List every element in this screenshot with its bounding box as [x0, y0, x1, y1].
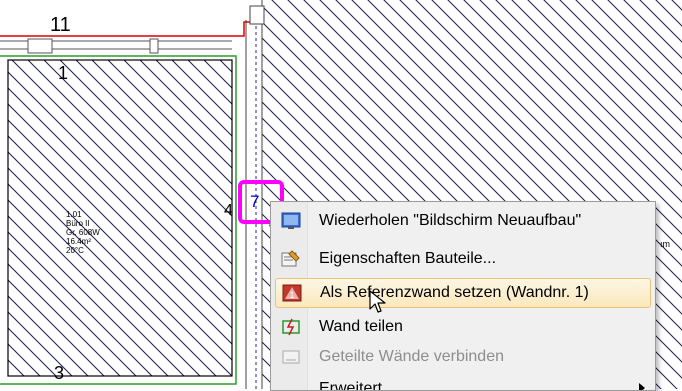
menu-item-set-reference-wall[interactable]: 1 Als Referenzwand setzen (Wandnr. 1) — [275, 278, 651, 308]
room-name: Büro II — [66, 219, 90, 228]
menu-item-label: Wiederholen "Bildschirm Neuaufbau" — [319, 212, 582, 229]
selected-wall-number[interactable]: 7 — [250, 193, 259, 210]
menu-item-join-walls: Geteilte Wände verbinden — [275, 342, 651, 372]
refresh-screen-icon — [279, 210, 303, 232]
wall-label-bottom: 3 — [54, 363, 65, 383]
menu-item-label: Wand teilen — [319, 318, 403, 335]
wall-line-red — [0, 21, 256, 37]
room-area: 16.4m² — [66, 237, 91, 246]
wall-label-left: 4 — [224, 202, 233, 219]
mouse-cursor-icon — [369, 290, 386, 313]
split-wall-icon — [279, 316, 303, 338]
menu-item-split-wall[interactable]: Wand teilen — [275, 312, 651, 342]
wall-label-top: 11 — [50, 14, 71, 36]
room-heat: Gr. 608W — [66, 228, 100, 237]
room-temperature: 20°C — [66, 246, 84, 255]
context-menu: Wiederholen "Bildschirm Neuaufbau" Eigen… — [270, 201, 656, 391]
window-symbol-2 — [149, 38, 159, 54]
menu-item-no-icon — [279, 378, 303, 390]
join-walls-icon — [279, 346, 303, 368]
menu-item-repeat[interactable]: Wiederholen "Bildschirm Neuaufbau" — [275, 206, 651, 236]
room-number: 1.01 — [66, 210, 82, 219]
room-label-top: 1 — [58, 63, 69, 83]
submenu-arrow-icon — [639, 383, 645, 390]
column-symbol — [249, 5, 265, 25]
room-hatch-left — [7, 59, 233, 377]
menu-item-extended[interactable]: Erweitert — [275, 374, 651, 391]
svg-text:1: 1 — [289, 290, 294, 300]
menu-item-label: Eigenschaften Bauteile... — [319, 250, 497, 267]
room-info: 1.01 Büro II Gr. 608W 16.4m² 20°C — [66, 210, 100, 255]
menu-item-label: Als Referenzwand setzen (Wandnr. 1) — [320, 284, 589, 301]
menu-item-label: Geteilte Wände verbinden — [319, 348, 504, 365]
window-symbol — [27, 38, 53, 54]
right-fragment-label: ım — [660, 239, 670, 249]
menu-item-label: Erweitert — [319, 380, 383, 391]
menu-item-properties[interactable]: Eigenschaften Bauteile... — [275, 244, 651, 274]
properties-icon — [279, 248, 303, 270]
reference-wall-icon: 1 — [280, 282, 304, 304]
